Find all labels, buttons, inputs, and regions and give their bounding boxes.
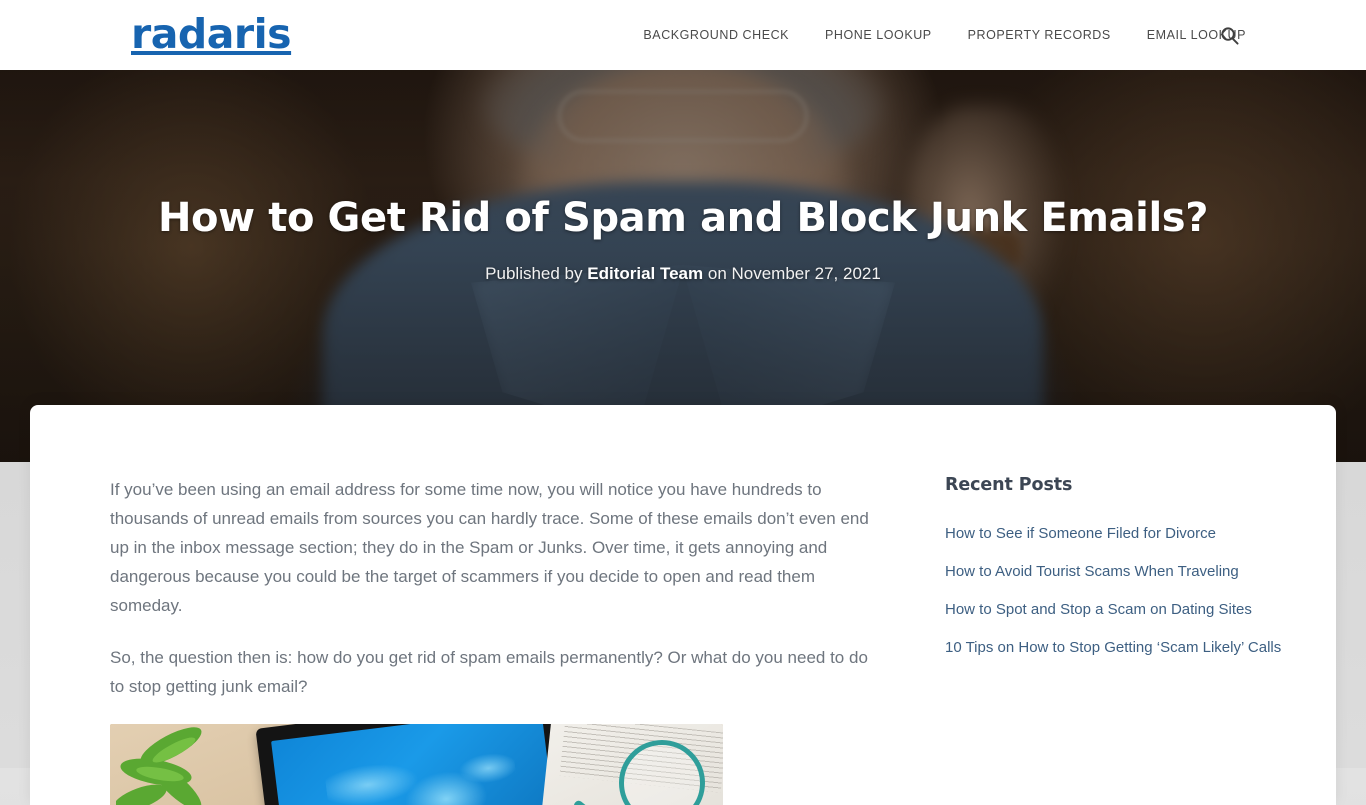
recent-post-link-1[interactable]: How to See if Someone Filed for Divorce [945, 517, 1286, 550]
article-byline: Published by Editorial Team on November … [485, 264, 881, 284]
nav-item-property-records[interactable]: PROPERTY RECORDS [968, 28, 1111, 42]
site-logo[interactable]: radaris [131, 14, 292, 55]
list-item: How to Avoid Tourist Scams When Travelin… [945, 555, 1286, 588]
article-body: If you’ve been using an email address fo… [30, 405, 935, 805]
recent-post-link-3[interactable]: How to Spot and Stop a Scam on Dating Si… [945, 593, 1286, 626]
recent-post-link-4[interactable]: 10 Tips on How to Stop Getting ‘Scam Lik… [945, 631, 1286, 664]
content-card: If you’ve been using an email address fo… [30, 405, 1336, 805]
plant-icon [113, 724, 236, 805]
hero-banner: How to Get Rid of Spam and Block Junk Em… [0, 70, 1366, 462]
recent-post-link-2[interactable]: How to Avoid Tourist Scams When Travelin… [945, 555, 1286, 588]
nav-item-phone-lookup[interactable]: PHONE LOOKUP [825, 28, 932, 42]
nav-item-background-check[interactable]: BACKGROUND CHECK [643, 28, 789, 42]
tablet-device: ages [255, 724, 575, 805]
article-paragraph-1: If you’ve been using an email address fo… [110, 480, 869, 615]
article-paragraph-2: So, the question then is: how do you get… [110, 648, 868, 696]
list-item: 10 Tips on How to Stop Getting ‘Scam Lik… [945, 631, 1286, 664]
recent-posts-list: How to See if Someone Filed for Divorce … [945, 517, 1286, 664]
byline-author[interactable]: Editorial Team [587, 264, 703, 283]
sidebar: Recent Posts How to See if Someone Filed… [935, 405, 1336, 768]
list-item: How to See if Someone Filed for Divorce [945, 517, 1286, 550]
byline-date: on November 27, 2021 [703, 264, 881, 283]
site-header: radaris BACKGROUND CHECK PHONE LOOKUP PR… [0, 0, 1366, 70]
list-item: How to Spot and Stop a Scam on Dating Si… [945, 593, 1286, 626]
recent-posts-heading: Recent Posts [945, 475, 1073, 495]
page-title: How to Get Rid of Spam and Block Junk Em… [157, 195, 1209, 241]
primary-nav: BACKGROUND CHECK PHONE LOOKUP PROPERTY R… [643, 0, 1246, 70]
search-icon[interactable] [1218, 24, 1240, 46]
article-inline-image: ages [110, 724, 723, 805]
byline-prefix: Published by [485, 264, 588, 283]
